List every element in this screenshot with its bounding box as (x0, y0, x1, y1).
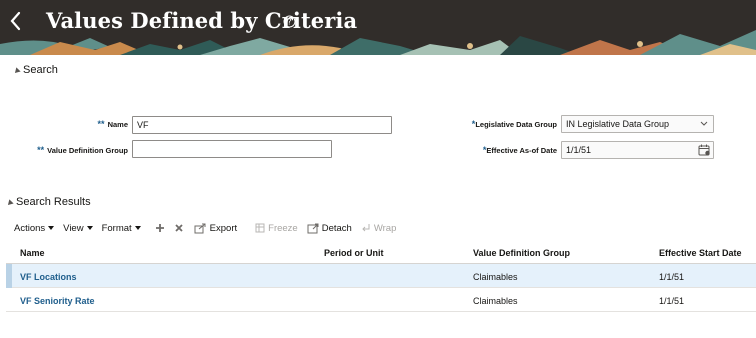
legislative-data-group-select-value: IN Legislative Data Group (566, 119, 670, 129)
table-header: Name Period or Unit Value Definition Gro… (6, 240, 756, 264)
effective-as-of-date-label-text: Effective As-of Date (486, 146, 557, 155)
search-section-label: Search (23, 64, 58, 76)
detach-button[interactable]: Detach (307, 223, 352, 234)
table-row[interactable]: VF Seniority Rate Claimables 1/1/51 (6, 288, 756, 312)
search-results-section-header[interactable]: Search Results (5, 196, 91, 208)
chevron-down-icon[interactable] (695, 116, 713, 132)
freeze-label: Freeze (268, 222, 298, 234)
collapse-triangle-icon (5, 198, 14, 207)
name-label-text: Name (107, 120, 128, 129)
plus-icon (155, 224, 164, 232)
chevron-left-icon (10, 11, 21, 31)
page-header: Values Defined by Criteria ? (0, 0, 756, 55)
row-effective-start-date: 1/1/51 (659, 296, 685, 306)
value-definition-group-input[interactable] (132, 140, 332, 158)
calendar-icon[interactable] (698, 144, 711, 156)
wrap-button[interactable]: Wrap (361, 222, 397, 234)
effective-as-of-date-input[interactable]: 1/1/51 (561, 141, 714, 159)
actions-menu-label: Actions (14, 222, 46, 234)
row-name-link[interactable]: VF Locations (20, 272, 77, 282)
search-results-section-label: Search Results (16, 196, 91, 208)
wrap-label: Wrap (373, 222, 397, 234)
table-row[interactable]: VF Locations Claimables 1/1/51 (6, 264, 756, 288)
freeze-button[interactable]: Freeze (255, 223, 298, 234)
export-button[interactable]: Export (194, 223, 237, 234)
value-definition-group-label: ** Value Definition Group (10, 145, 128, 155)
row-name-link[interactable]: VF Seniority Rate (20, 296, 95, 306)
column-header-period-or-unit[interactable]: Period or Unit (324, 248, 384, 258)
effective-as-of-date-value: 1/1/51 (566, 145, 592, 155)
collapse-triangle-icon (12, 66, 21, 75)
legislative-data-group-label: *Legislative Data Group (440, 119, 557, 129)
value-definition-group-label-text: Value Definition Group (47, 146, 128, 155)
actions-menu[interactable]: Actions (14, 222, 55, 234)
row-value-definition-group: Claimables (473, 272, 518, 282)
view-menu[interactable]: View (63, 222, 93, 234)
caret-down-icon (134, 226, 141, 230)
search-section-header[interactable]: Search (12, 64, 58, 76)
row-selection-marker (6, 264, 12, 288)
export-icon (194, 223, 206, 233)
view-menu-label: View (63, 222, 84, 234)
format-menu-label: Format (101, 222, 132, 234)
row-effective-start-date: 1/1/51 (659, 272, 685, 282)
name-input-value: VF (137, 120, 149, 130)
caret-down-icon (86, 226, 93, 230)
x-icon (175, 224, 183, 232)
help-circle-icon[interactable]: ? (283, 15, 296, 28)
results-toolbar: Actions View Format Export Freeze Detach (14, 220, 405, 236)
column-header-name[interactable]: Name (20, 248, 45, 258)
name-input[interactable]: VF (132, 116, 392, 134)
legislative-data-group-label-text: Legislative Data Group (475, 120, 557, 129)
column-header-value-definition-group[interactable]: Value Definition Group (473, 248, 570, 258)
caret-down-icon (48, 226, 55, 230)
detach-label: Detach (321, 222, 352, 234)
column-header-effective-start-date[interactable]: Effective Start Date (659, 248, 742, 258)
row-value-definition-group: Claimables (473, 296, 518, 306)
required-mark: ** (97, 119, 105, 129)
back-button[interactable] (4, 6, 28, 36)
legislative-data-group-select[interactable]: IN Legislative Data Group (561, 115, 714, 133)
name-label: ** Name (60, 119, 128, 129)
freeze-icon (255, 223, 265, 233)
page-title: Values Defined by Criteria (46, 8, 358, 33)
required-mark: ** (37, 145, 45, 155)
detach-icon (307, 223, 319, 233)
wrap-icon (362, 224, 370, 232)
export-label: Export (209, 222, 238, 234)
format-menu[interactable]: Format (102, 223, 141, 234)
effective-as-of-date-label: *Effective As-of Date (440, 145, 557, 155)
results-table: Name Period or Unit Value Definition Gro… (6, 240, 756, 312)
delete-button[interactable] (174, 223, 184, 233)
add-button[interactable] (155, 223, 165, 233)
svg-text:?: ? (287, 18, 291, 27)
